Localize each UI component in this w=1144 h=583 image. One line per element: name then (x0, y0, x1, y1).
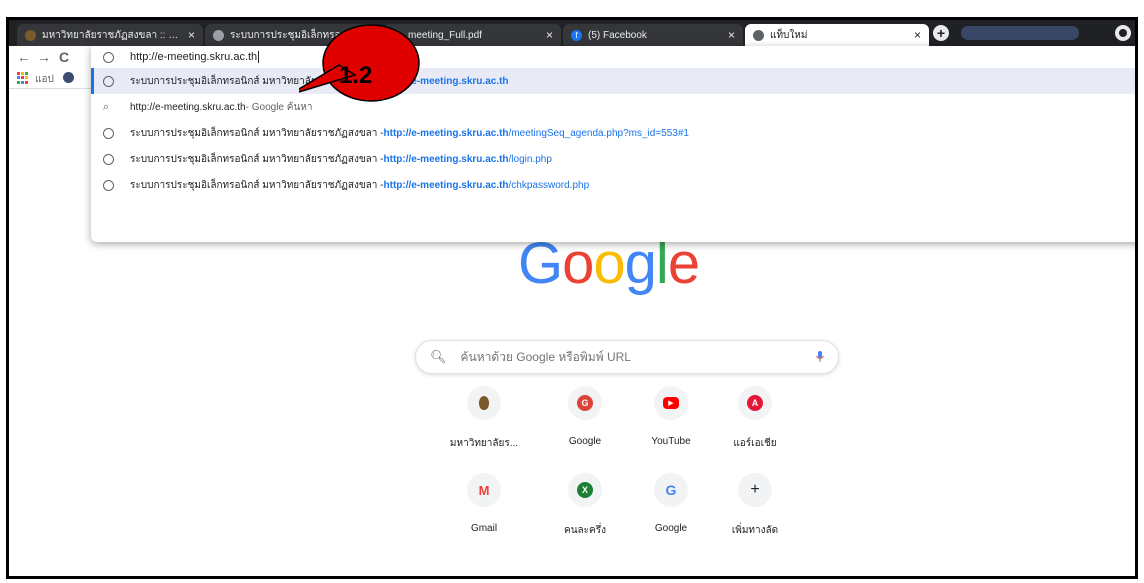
tab-strip: มหาวิทยาลัยราชภัฏสงขลา :: Songkh × ระบบก… (9, 20, 1135, 46)
shortcut-tile[interactable]: G Google (540, 386, 630, 447)
shortcut-circle: M (467, 473, 501, 507)
globe-icon (103, 127, 114, 139)
shortcut-circle: X (568, 473, 602, 507)
omnibox-suggestion[interactable]: ระบบการประชุมอิเล็กทรอนิกส์ มหาวิทยาลัยร… (91, 172, 1135, 198)
shortcut-circle: G (654, 473, 688, 507)
globe-icon (103, 51, 114, 63)
facebook-icon: f (571, 29, 582, 41)
tab-title: (5) Facebook (588, 29, 647, 41)
tab-university[interactable]: มหาวิทยาลัยราชภัฏสงขลา :: Songkh × (17, 24, 203, 46)
bookmark-favicon-icon[interactable] (63, 72, 74, 83)
globe-favicon-icon (213, 29, 224, 41)
search-icon: 🔍︎ (430, 349, 447, 364)
text-cursor (258, 51, 260, 63)
shortcut-circle: A (738, 386, 772, 420)
shortcut-label: YouTube (651, 436, 691, 447)
close-icon[interactable]: × (188, 28, 195, 42)
globe-icon (103, 75, 114, 87)
search-input[interactable] (458, 349, 816, 365)
google-g-icon: G (577, 395, 593, 411)
tab-new-tab[interactable]: แท็บใหม่ × (745, 24, 929, 46)
profile-avatar-icon[interactable] (1115, 25, 1131, 41)
shortcut-tile[interactable]: มหาวิทยาลัยร... (439, 386, 529, 451)
reload-button[interactable]: C (55, 48, 73, 66)
shortcut-tile[interactable]: ▶ YouTube (626, 386, 716, 447)
omnibox-suggestion[interactable]: ⌕ http://e-meeting.skru.ac.th - Google ค้… (91, 94, 1135, 120)
globe-icon (103, 179, 114, 191)
shortcut-circle: + (738, 473, 772, 507)
shortcut-label: Gmail (470, 523, 498, 534)
close-icon[interactable]: × (728, 28, 735, 42)
suggestion-url-path: /login.php (508, 153, 552, 165)
tab-title: มหาวิทยาลัยราชภัฏสงขลา :: Songkh (42, 29, 182, 41)
shortcut-tile[interactable]: A แอร์เอเชีย (710, 386, 800, 451)
shortcut-label: มหาวิทยาลัยร... (449, 438, 519, 449)
apps-label[interactable]: แอป (35, 72, 54, 87)
back-button[interactable]: ← (15, 48, 33, 66)
khonlakhrueng-icon: X (577, 482, 593, 498)
forward-button[interactable]: → (35, 48, 53, 66)
search-box[interactable]: 🔍︎ (415, 340, 839, 374)
shortcut-circle: G (568, 386, 602, 420)
shortcut-label: คนละครึ่ง (564, 525, 606, 536)
suggestion-title: ระบบการประชุมอิเล็กทรอนิกส์ มหาวิทยาลัยร… (130, 153, 384, 165)
omnibox-suggestion[interactable]: ระบบการประชุมอิเล็กทรอนิกส์ มหาวิทยาลัยร… (91, 146, 1135, 172)
address-bar[interactable]: http://e-meeting.skru.ac.th (91, 46, 1135, 68)
shortcut-label: Google (568, 436, 602, 447)
shortcut-label: Google (654, 523, 688, 534)
suggestion-url-path: /chkpassword.php (508, 179, 590, 191)
shortcut-tile[interactable]: X คนละครึ่ง (540, 473, 630, 538)
university-crest-icon (479, 396, 489, 410)
airasia-icon: A (747, 395, 763, 411)
shortcut-label: เพิ่มทางลัด (731, 525, 779, 536)
close-icon[interactable]: × (914, 28, 921, 42)
remove-suggestion-icon[interactable]: × (1135, 73, 1138, 88)
shortcut-label: แอร์เอเชีย (733, 438, 777, 449)
university-favicon-icon (25, 29, 36, 41)
youtube-icon: ▶ (663, 397, 679, 409)
tab-title: แท็บใหม่ (770, 29, 808, 41)
google-g-icon: G (665, 482, 677, 498)
address-input[interactable]: http://e-meeting.skru.ac.th (130, 51, 257, 63)
browser-window: มหาวิทยาลัยราชภัฏสงขลา :: Songkh × ระบบก… (6, 17, 1138, 579)
suggestion-url-host: http://e-meeting.skru.ac.th (383, 179, 509, 191)
suggestion-url-host: http://e-meeting.skru.ac.th (383, 153, 509, 165)
shortcut-tile[interactable]: M Gmail (439, 473, 529, 534)
microphone-icon[interactable] (816, 351, 824, 363)
step-label: 1.2 (339, 62, 373, 89)
suggestion-title: http://e-meeting.skru.ac.th (130, 101, 246, 113)
omnibox-suggestion[interactable]: ระบบการประชุมอิเล็กทรอนิกส์ มหาวิทยาลัยร… (91, 68, 1138, 94)
chrome-icon (753, 29, 764, 41)
add-shortcut-icon: + (750, 481, 760, 498)
shortcut-tile[interactable]: G Google (626, 473, 716, 534)
omnibox-suggestion[interactable]: ระบบการประชุมอิเล็กทรอนิกส์ มหาวิทยาลัยร… (91, 120, 1135, 146)
tab-title: meeting_Full.pdf (408, 29, 482, 41)
shortcut-tile[interactable]: + เพิ่มทางลัด (710, 473, 800, 538)
close-icon[interactable]: × (546, 28, 553, 42)
tab-facebook[interactable]: f (5) Facebook × (563, 24, 743, 46)
profile-name-blurred (961, 26, 1079, 40)
gmail-icon: M (478, 482, 490, 498)
globe-icon (103, 153, 114, 165)
apps-grid-icon[interactable] (17, 72, 29, 84)
search-icon: ⌕ (103, 100, 110, 113)
suggestion-url-path: /meetingSeq_agenda.php?ms_id=553#1 (508, 127, 689, 139)
new-tab-button[interactable]: + (933, 25, 949, 41)
shortcut-circle: ▶ (654, 386, 688, 420)
shortcut-circle (467, 386, 501, 420)
suggestion-title: ระบบการประชุมอิเล็กทรอนิกส์ มหาวิทยาลัยร… (130, 179, 384, 191)
omnibox-dropdown: http://e-meeting.skru.ac.th ระบบการประชุ… (91, 46, 1138, 242)
